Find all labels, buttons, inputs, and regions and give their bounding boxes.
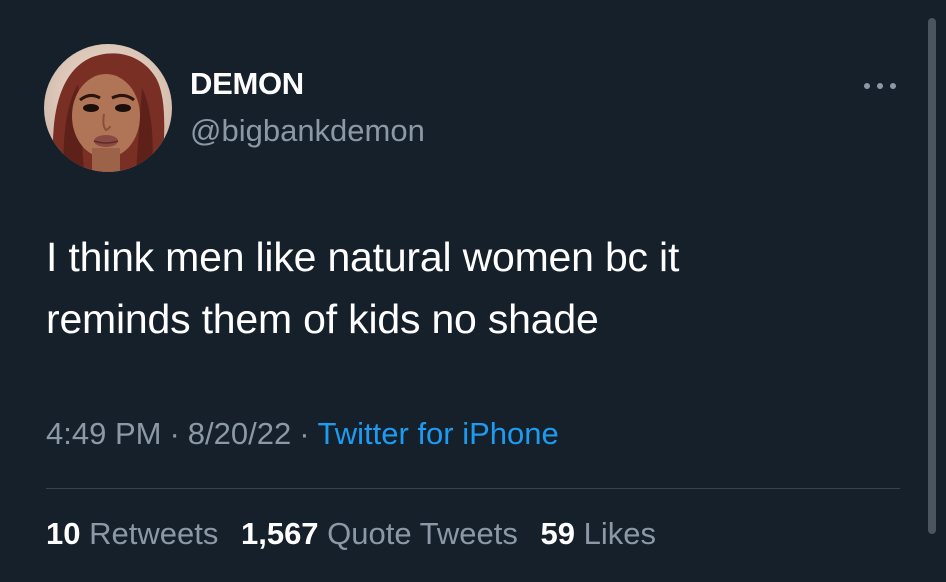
profile-photo-icon xyxy=(44,44,172,172)
ellipsis-icon-dot xyxy=(890,83,896,89)
tweet-text: I think men like natural women bc it rem… xyxy=(46,226,906,350)
tweet-metadata: 4:49 PM · 8/20/22 · Twitter for iPhone xyxy=(46,416,559,452)
likes-label: Likes xyxy=(583,516,656,551)
tweet-date[interactable]: 8/20/22 xyxy=(188,416,291,451)
tweet-text-line: reminds them of kids no shade xyxy=(46,296,599,342)
user-handle[interactable]: @bigbankdemon xyxy=(190,113,425,149)
tweet-time[interactable]: 4:49 PM xyxy=(46,416,161,451)
quote-tweets-stat[interactable]: 1,567 Quote Tweets xyxy=(241,516,518,551)
scrollbar[interactable] xyxy=(928,18,936,534)
more-options-button[interactable] xyxy=(862,74,898,98)
likes-count: 59 xyxy=(540,516,575,551)
tweet-stats: 10 Retweets 1,567 Quote Tweets 59 Likes xyxy=(46,516,670,552)
retweets-stat[interactable]: 10 Retweets xyxy=(46,516,218,551)
tweet-source-link[interactable]: Twitter for iPhone xyxy=(318,416,559,451)
quote-tweets-label: Quote Tweets xyxy=(327,516,518,551)
likes-stat[interactable]: 59 Likes xyxy=(541,516,656,551)
separator: · xyxy=(299,416,310,451)
retweets-count: 10 xyxy=(46,516,81,551)
ellipsis-icon-dot xyxy=(877,83,883,89)
tweet-card: DEMON @bigbankdemon I think men like nat… xyxy=(0,0,946,582)
separator: · xyxy=(169,416,180,451)
display-name[interactable]: DEMON xyxy=(190,66,304,102)
ellipsis-icon xyxy=(864,83,870,89)
tweet-text-line: I think men like natural women bc it xyxy=(46,234,680,280)
avatar[interactable] xyxy=(44,44,172,172)
divider xyxy=(46,488,900,489)
retweets-label: Retweets xyxy=(89,516,219,551)
quote-tweets-count: 1,567 xyxy=(240,516,319,551)
